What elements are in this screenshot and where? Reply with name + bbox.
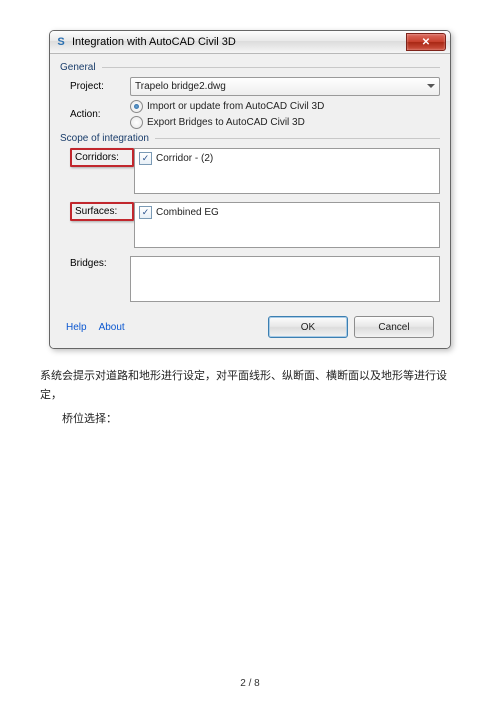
- bridges-listbox[interactable]: [130, 256, 440, 302]
- action-label: Action:: [70, 109, 130, 120]
- surfaces-listbox[interactable]: ✓ Combined EG: [134, 202, 440, 248]
- project-label: Project:: [70, 81, 130, 92]
- group-general-header: General: [60, 62, 440, 73]
- project-row: Project: Trapelo bridge2.dwg: [70, 77, 440, 96]
- surfaces-item-label: Combined EG: [156, 207, 219, 218]
- corridors-item-label: Corridor - (2): [156, 153, 213, 164]
- ok-button[interactable]: OK: [268, 316, 348, 338]
- civil3d-dialog: S Integration with AutoCAD Civil 3D ✕ Ge…: [49, 30, 451, 349]
- app-icon: S: [54, 35, 68, 49]
- bridges-label: Bridges:: [70, 256, 130, 269]
- radio-import[interactable]: Import or update from AutoCAD Civil 3D: [130, 100, 324, 113]
- about-link[interactable]: About: [99, 322, 125, 333]
- surfaces-row: Surfaces: ✓ Combined EG: [70, 202, 440, 248]
- titlebar[interactable]: S Integration with AutoCAD Civil 3D ✕: [50, 31, 450, 54]
- page-number: 2 / 8: [0, 678, 500, 689]
- radio-import-dot: [130, 100, 143, 113]
- surfaces-item[interactable]: ✓ Combined EG: [139, 206, 435, 219]
- paragraph-2: 桥位选择：: [40, 410, 460, 429]
- radio-export-label: Export Bridges to AutoCAD Civil 3D: [147, 117, 305, 128]
- check-icon: ✓: [139, 206, 152, 219]
- bridges-row: Bridges:: [70, 256, 440, 302]
- radio-export-dot: [130, 116, 143, 129]
- dialog-footer: Help About OK Cancel: [60, 310, 440, 340]
- help-link[interactable]: Help: [66, 322, 87, 333]
- corridors-label: Corridors:: [70, 148, 134, 167]
- surfaces-label: Surfaces:: [70, 202, 134, 221]
- corridors-listbox[interactable]: ✓ Corridor - (2): [134, 148, 440, 194]
- cancel-button[interactable]: Cancel: [354, 316, 434, 338]
- dialog-body: General Project: Trapelo bridge2.dwg Act…: [50, 54, 450, 348]
- group-scope-header: Scope of integration: [60, 133, 440, 144]
- action-row: Action: Import or update from AutoCAD Ci…: [70, 100, 440, 129]
- project-dropdown[interactable]: Trapelo bridge2.dwg: [130, 77, 440, 96]
- window-title: Integration with AutoCAD Civil 3D: [72, 36, 406, 48]
- paragraph-1: 系统会提示对道路和地形进行设定，对平面线形、纵断面、横断面以及地形等进行设定，: [40, 367, 460, 404]
- corridors-row: Corridors: ✓ Corridor - (2): [70, 148, 440, 194]
- check-icon: ✓: [139, 152, 152, 165]
- project-value: Trapelo bridge2.dwg: [135, 81, 226, 92]
- radio-import-label: Import or update from AutoCAD Civil 3D: [147, 101, 324, 112]
- radio-export[interactable]: Export Bridges to AutoCAD Civil 3D: [130, 116, 324, 129]
- close-icon[interactable]: ✕: [406, 33, 446, 51]
- corridors-item[interactable]: ✓ Corridor - (2): [139, 152, 435, 165]
